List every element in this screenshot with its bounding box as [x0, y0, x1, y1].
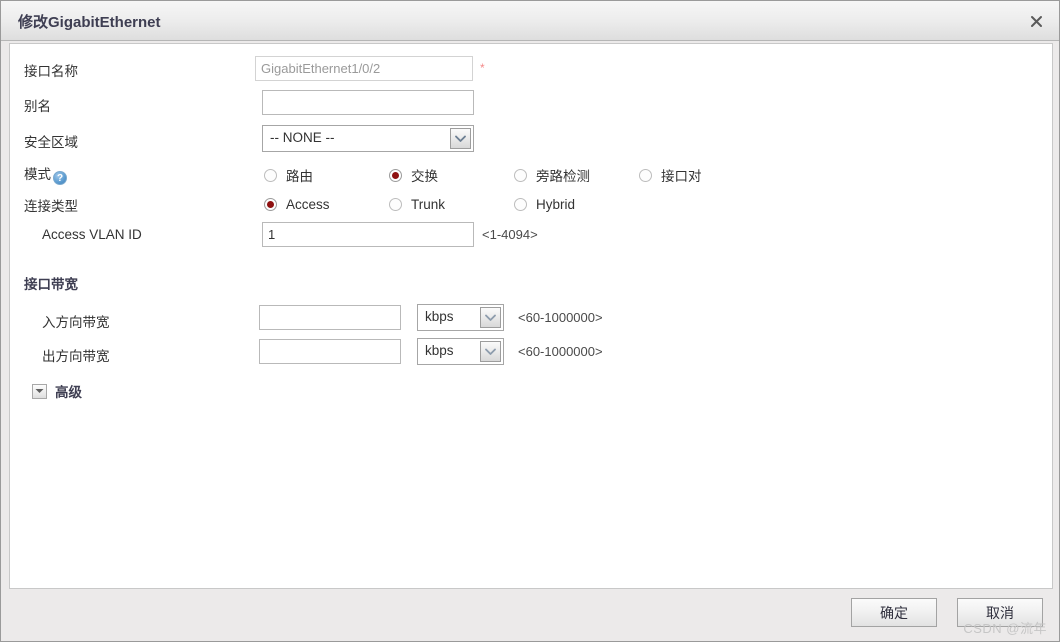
mode-label: 模式?	[24, 163, 67, 185]
dialog-titlebar: 修改GigabitEthernet	[1, 1, 1059, 41]
outbound-bandwidth-unit-select[interactable]: kbps	[417, 338, 504, 365]
radio-label: 交换	[411, 169, 438, 184]
dialog-content: 接口名称 * 别名 安全区域 -- NONE --	[9, 43, 1053, 589]
security-zone-selected-value: -- NONE --	[270, 130, 335, 145]
radio-indicator	[639, 168, 652, 182]
radio-label: Trunk	[411, 197, 446, 212]
security-zone-label: 安全区域	[24, 135, 78, 150]
radio-indicator	[389, 198, 402, 211]
radio-indicator	[514, 168, 527, 182]
field-row-access-vlan-id: Access VLAN ID <1-4094>	[10, 221, 1052, 252]
access-vlan-id-hint: <1-4094>	[482, 227, 538, 242]
advanced-section-label: 高级	[55, 385, 82, 400]
chevron-down-icon[interactable]	[450, 128, 471, 149]
dialog-footer: 确定 取消 CSDN @流年	[1, 589, 1059, 641]
radio-indicator	[264, 198, 277, 211]
radio-link-type-trunk[interactable]: Trunk	[389, 197, 445, 212]
mode-label-text: 模式	[24, 167, 51, 182]
interface-name-required-marker: *	[480, 61, 485, 75]
edit-interface-dialog: 修改GigabitEthernet 接口名称 * 别名 安全区域	[0, 0, 1060, 642]
inbound-bandwidth-unit-value: kbps	[425, 309, 454, 324]
cancel-button[interactable]: 取消	[957, 598, 1043, 627]
radio-label: Hybrid	[536, 197, 576, 212]
interface-name-input[interactable]	[255, 56, 473, 81]
inbound-bandwidth-label: 入方向带宽	[42, 315, 110, 330]
radio-link-type-hybrid[interactable]: Hybrid	[514, 197, 575, 212]
radio-label: 接口对	[661, 169, 702, 184]
access-vlan-id-input[interactable]	[262, 222, 474, 247]
field-row-mode: 模式? 路由 交换 旁路检测 接口对	[10, 157, 1052, 188]
outbound-bandwidth-hint: <60-1000000>	[518, 344, 603, 359]
field-row-security-zone: 安全区域 -- NONE --	[10, 125, 1052, 156]
radio-mode-interface-pair[interactable]: 接口对	[639, 165, 702, 185]
radio-label: 路由	[286, 169, 313, 184]
radio-mode-route[interactable]: 路由	[264, 165, 313, 185]
field-row-interface-name: 接口名称 *	[10, 54, 1052, 85]
chevron-down-icon[interactable]	[480, 307, 501, 328]
radio-mode-bypass-detect[interactable]: 旁路检测	[514, 165, 590, 185]
field-row-inbound-bandwidth: 入方向带宽 kbps <60-1000000>	[10, 304, 1052, 336]
chevron-down-icon[interactable]	[480, 341, 501, 362]
alias-label: 别名	[24, 99, 51, 114]
inbound-bandwidth-input[interactable]	[259, 305, 401, 330]
interface-name-label: 接口名称	[24, 64, 78, 79]
radio-label: 旁路检测	[536, 169, 590, 184]
link-type-label: 连接类型	[24, 199, 78, 214]
radio-mode-switch[interactable]: 交换	[389, 165, 438, 185]
radio-indicator	[264, 168, 277, 182]
ok-button[interactable]: 确定	[851, 598, 937, 627]
security-zone-select[interactable]: -- NONE --	[262, 125, 474, 152]
interface-form: 接口名称 * 别名 安全区域 -- NONE --	[10, 44, 1052, 588]
outbound-bandwidth-label: 出方向带宽	[42, 349, 110, 364]
bandwidth-section-header: 接口带宽	[10, 267, 1052, 298]
alias-input[interactable]	[262, 90, 474, 115]
outbound-bandwidth-input[interactable]	[259, 339, 401, 364]
chevron-down-icon[interactable]	[32, 383, 47, 399]
field-row-outbound-bandwidth: 出方向带宽 kbps <60-1000000>	[10, 338, 1052, 370]
radio-label: Access	[286, 197, 330, 212]
advanced-section-toggle[interactable]: 高级	[32, 381, 82, 401]
radio-link-type-access[interactable]: Access	[264, 197, 330, 212]
radio-indicator	[514, 198, 527, 211]
field-row-link-type: 连接类型 Access Trunk Hybrid	[10, 189, 1052, 220]
field-row-alias: 别名	[10, 89, 1052, 120]
inbound-bandwidth-unit-select[interactable]: kbps	[417, 304, 504, 331]
outbound-bandwidth-unit-value: kbps	[425, 343, 454, 358]
inbound-bandwidth-hint: <60-1000000>	[518, 310, 603, 325]
bandwidth-section-title: 接口带宽	[24, 277, 78, 292]
close-icon[interactable]	[1027, 12, 1045, 30]
access-vlan-id-label: Access VLAN ID	[42, 227, 142, 242]
radio-indicator	[389, 168, 402, 182]
dialog-title: 修改GigabitEthernet	[18, 14, 161, 31]
help-icon[interactable]: ?	[53, 171, 67, 185]
